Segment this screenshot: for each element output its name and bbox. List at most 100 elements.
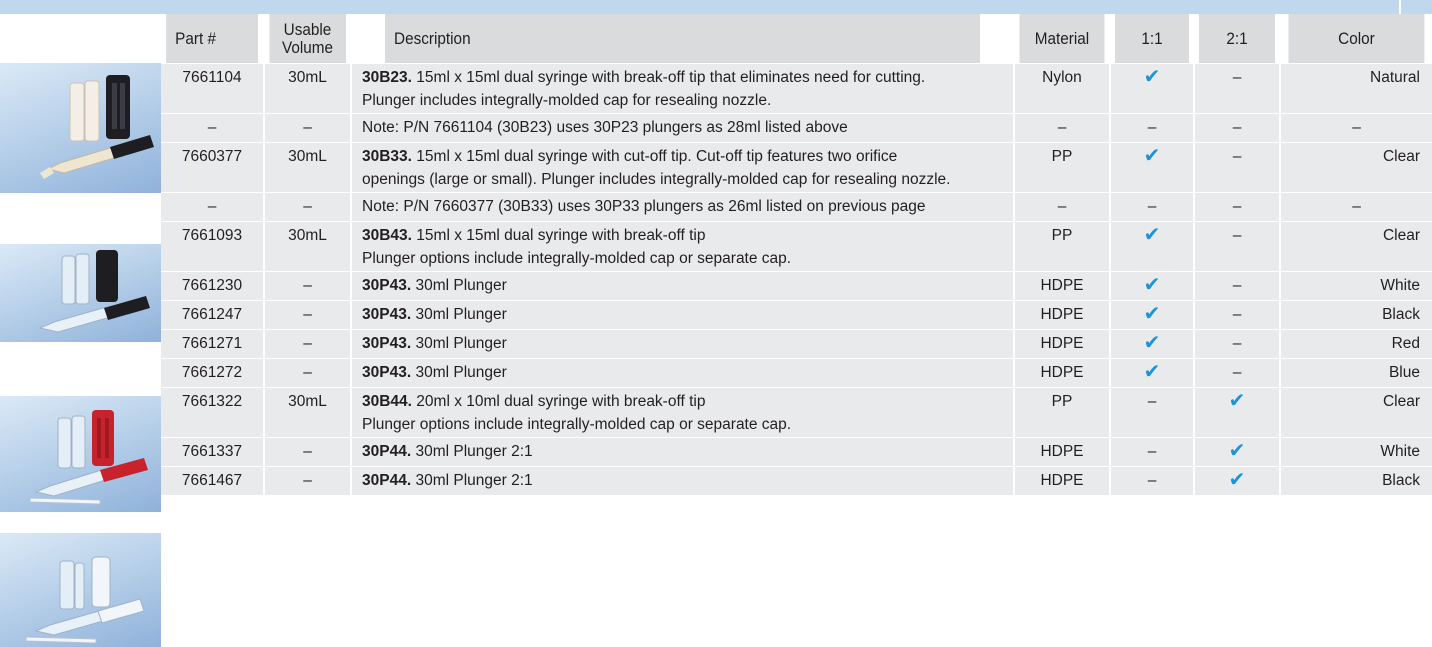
usable-volume: 30mL [288,227,327,244]
table-row: 7661271 – 30P43. 30ml Plunger HDPE ✔ – Red [161,329,1432,359]
cell-color: Black [1280,466,1432,496]
cell-material: PP [1014,387,1111,438]
cell-part: – [161,192,265,222]
cell-part: 7661467 [161,466,265,496]
cell-color: – [1280,113,1432,143]
part-number: 7661230 [181,277,243,294]
cell-material: PP [1014,142,1111,193]
description-text: Note: P/N 7661104 (30B23) uses 30P23 plu… [362,119,848,136]
cell-ratio-2-1: – [1194,221,1281,272]
cell-material: HDPE [1014,466,1111,496]
table-row: – – Note: P/N 7660377 (30B33) uses 30P33 p… [161,192,1432,222]
table-row: – – Note: P/N 7661104 (30B23) uses 30P23 p… [161,113,1432,143]
part-number: 7661467 [181,472,243,489]
part-number: 7661272 [181,364,243,381]
cell-volume: – [264,300,352,330]
cell-volume: 30mL [264,142,352,193]
material-value: HDPE [1040,306,1084,323]
product-code: 30P43. [362,364,412,381]
cell-volume: 30mL [264,221,352,272]
cell-part: 7661093 [161,221,265,272]
checkmark-icon: ✔ [1143,361,1161,383]
cell-description: 30P44. 30ml Plunger 2:1 [351,466,1015,496]
header-part: Part # [166,14,260,64]
description-text: 30ml Plunger 2:1 [415,443,533,460]
dash-mark: – [1232,198,1242,215]
cell-description: 30B43. 15ml x 15ml dual syringe with bre… [351,221,1015,272]
product-photo-30b43 [0,396,161,512]
product-code: 30P43. [362,335,412,352]
table-row: 7661247 – 30P43. 30ml Plunger HDPE ✔ – Black [161,300,1432,330]
usable-volume: – [303,364,312,381]
cell-color: White [1280,437,1432,467]
description-text: 30ml Plunger [415,306,507,323]
material-value: HDPE [1040,364,1084,381]
cell-ratio-1-1: – [1110,113,1195,143]
cell-material: Nylon [1014,63,1111,114]
cell-description: 30P43. 30ml Plunger [351,300,1015,330]
cell-material: HDPE [1014,300,1111,330]
checkmark-icon: ✔ [1143,145,1161,167]
cell-ratio-1-1: ✔ [1110,221,1195,272]
cell-part: 7661272 [161,358,265,388]
dash-mark: – [1232,119,1242,136]
table-row: 7660377 30mL 30B33. 15ml x 15ml dual syrin… [161,142,1432,193]
cell-color: White [1280,271,1432,301]
cell-description: 30B23. 15ml x 15ml dual syringe with bre… [351,63,1015,114]
table-row: 7661093 30mL 30B43. 15ml x 15ml dual syrin… [161,221,1432,272]
cell-material: HDPE [1014,358,1111,388]
cell-part: 7660377 [161,142,265,193]
dash-mark: – [1147,198,1157,215]
description-text: 30ml Plunger [415,364,507,381]
color-value: Natural [1370,69,1420,86]
header-ratio-1-1: 1:1 [1114,14,1191,64]
cell-material: – [1014,192,1111,222]
table-row: 7661467 – 30P44. 30ml Plunger 2:1 HDPE – ✔ Bla… [161,466,1432,496]
description-text-line2: Plunger options include integrally-molde… [362,416,792,433]
usable-volume: 30mL [288,148,327,165]
cell-ratio-1-1: ✔ [1110,63,1195,114]
dash-mark: – [1232,306,1242,323]
cell-volume: – [264,329,352,359]
color-value: Clear [1382,393,1420,410]
cell-ratio-2-1: – [1194,358,1281,388]
description-text-line2: openings (large or small). Plunger inclu… [362,171,951,188]
color-value: Clear [1382,227,1420,244]
checkmark-icon: ✔ [1228,469,1246,491]
cell-ratio-2-1: – [1194,271,1281,301]
cell-ratio-1-1: ✔ [1110,300,1195,330]
material-value: HDPE [1040,277,1084,294]
usable-volume: – [303,443,312,460]
material-value: HDPE [1040,335,1084,352]
cell-part: 7661230 [161,271,265,301]
cell-ratio-2-1: – [1194,113,1281,143]
description-text: Note: P/N 7660377 (30B33) uses 30P33 plu… [362,198,926,215]
part-number: – [207,198,217,215]
checkmark-icon: ✔ [1228,440,1246,462]
dash-mark: – [1147,393,1157,410]
usable-volume: 30mL [288,69,327,86]
description-text: 20ml x 10ml dual syringe with break-off … [416,393,706,410]
checkmark-icon: ✔ [1143,303,1161,325]
cell-ratio-2-1: ✔ [1194,387,1281,438]
dash-mark: – [1147,472,1157,489]
cell-material: HDPE [1014,437,1111,467]
cell-ratio-2-1: – [1194,142,1281,193]
part-number: 7661322 [181,393,243,410]
cell-color: – [1280,192,1432,222]
cell-description: 30B44. 20ml x 10ml dual syringe with bre… [351,387,1015,438]
header-material: Material [1018,14,1107,64]
cell-ratio-1-1: – [1110,387,1195,438]
checkmark-icon: ✔ [1228,390,1246,412]
cell-description: 30P43. 30ml Plunger [351,271,1015,301]
cell-ratio-1-1: ✔ [1110,142,1195,193]
header-description: Description [384,14,982,64]
table-row: 7661322 30mL 30B44. 20ml x 10ml dual syrin… [161,387,1432,438]
table-row: 7661104 30mL 30B23. 15ml x 15ml dual syrin… [161,63,1432,114]
header-usable-volume: Usable Volume [268,14,348,64]
dash-mark: – [1232,148,1242,165]
cell-volume: – [264,192,352,222]
cell-part: 7661322 [161,387,265,438]
part-number: 7661093 [181,227,243,244]
cell-ratio-1-1: ✔ [1110,271,1195,301]
